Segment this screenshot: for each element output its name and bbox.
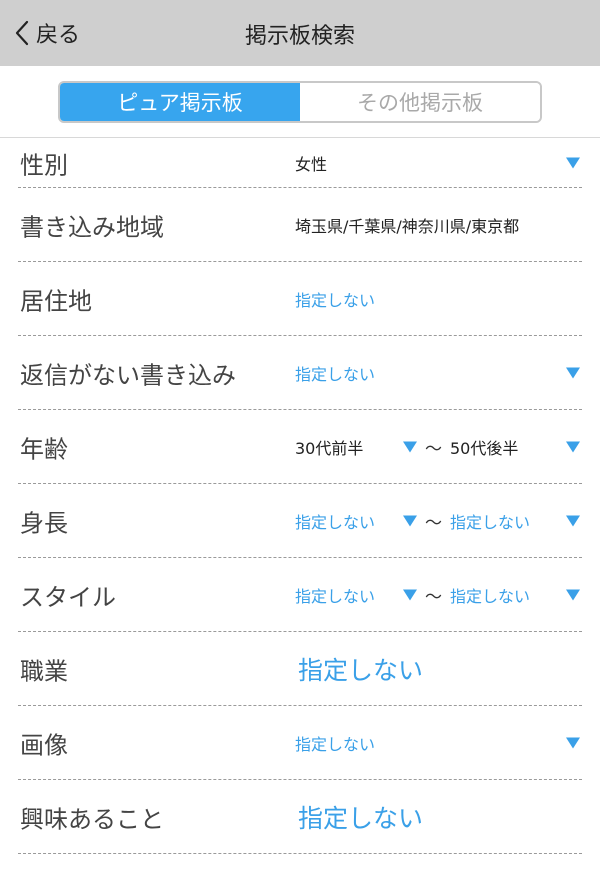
occupation-label: 職業 <box>20 657 68 685</box>
row-image[interactable]: 画像 指定しない <box>18 706 582 780</box>
height-label: 身長 <box>20 509 68 537</box>
search-criteria-list: 性別 女性 書き込み地域 埼玉県/千葉県/神奈川県/東京都 居住地 指定しない … <box>0 138 600 854</box>
residence-value: 指定しない <box>295 290 376 310</box>
post-area-label: 書き込み地域 <box>20 213 164 241</box>
dropdown-triangle-icon[interactable] <box>566 367 580 378</box>
image-value: 指定しない <box>295 734 376 754</box>
image-label: 画像 <box>20 731 68 759</box>
row-no-reply[interactable]: 返信がない書き込み 指定しない <box>18 336 582 410</box>
range-separator: 〜 <box>425 513 442 533</box>
navigation-bar: 戻る 掲示板検索 <box>0 0 600 66</box>
dropdown-triangle-icon[interactable] <box>566 589 580 600</box>
row-style: スタイル 指定しない 〜 指定しない <box>18 558 582 632</box>
row-gender[interactable]: 性別 女性 <box>18 138 582 188</box>
row-age: 年齢 30代前半 〜 50代後半 <box>18 410 582 484</box>
post-area-value: 埼玉県/千葉県/神奈川県/東京都 <box>295 216 520 236</box>
dropdown-triangle-icon[interactable] <box>566 515 580 526</box>
dropdown-triangle-icon[interactable] <box>403 441 417 452</box>
tab-pure-board[interactable]: ピュア掲示板 <box>60 83 300 121</box>
style-to-select[interactable]: 指定しない <box>450 583 530 607</box>
board-segmented-control: ピュア掲示板 その他掲示板 <box>58 81 542 123</box>
height-to-select[interactable]: 指定しない <box>450 509 530 533</box>
row-post-area[interactable]: 書き込み地域 埼玉県/千葉県/神奈川県/東京都 <box>18 188 582 262</box>
page-title: 掲示板検索 <box>244 24 355 49</box>
residence-label: 居住地 <box>20 287 92 315</box>
gender-value: 女性 <box>295 154 328 174</box>
no-reply-label: 返信がない書き込み <box>20 361 236 389</box>
row-height: 身長 指定しない 〜 指定しない <box>18 484 582 558</box>
occupation-value: 指定しない <box>298 655 424 685</box>
age-label: 年齢 <box>20 435 68 463</box>
dropdown-triangle-icon[interactable] <box>403 589 417 600</box>
row-occupation[interactable]: 職業 指定しない <box>18 632 582 706</box>
height-from-select[interactable]: 指定しない <box>295 509 375 533</box>
dropdown-triangle-icon[interactable] <box>566 157 580 168</box>
gender-label: 性別 <box>20 151 68 179</box>
interests-label: 興味あること <box>20 805 164 833</box>
board-segment-container: ピュア掲示板 その他掲示板 <box>0 66 600 138</box>
style-from-select[interactable]: 指定しない <box>295 583 375 607</box>
no-reply-value: 指定しない <box>295 364 376 384</box>
row-residence[interactable]: 居住地 指定しない <box>18 262 582 336</box>
row-interests[interactable]: 興味あること 指定しない <box>18 780 582 854</box>
interests-value: 指定しない <box>298 803 424 833</box>
dropdown-triangle-icon[interactable] <box>566 441 580 452</box>
age-to-select[interactable]: 50代後半 <box>450 435 518 459</box>
tab-other-board[interactable]: その他掲示板 <box>300 83 540 121</box>
range-separator: 〜 <box>425 587 442 607</box>
range-separator: 〜 <box>425 439 442 459</box>
dropdown-triangle-icon[interactable] <box>566 737 580 748</box>
age-from-select[interactable]: 30代前半 <box>295 435 363 459</box>
dropdown-triangle-icon[interactable] <box>403 515 417 526</box>
style-label: スタイル <box>20 583 116 611</box>
